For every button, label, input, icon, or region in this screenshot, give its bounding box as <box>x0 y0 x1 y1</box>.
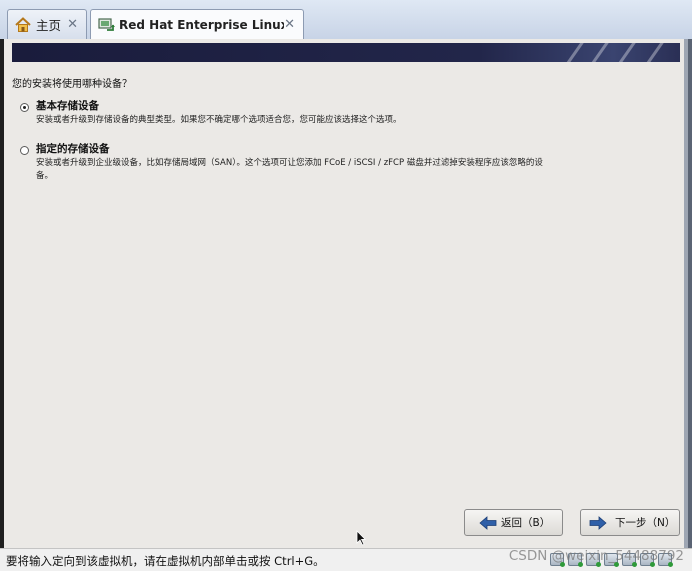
arrow-left-icon <box>479 515 497 530</box>
mouse-cursor-icon <box>356 530 366 546</box>
option-specialized-storage-title: 指定的存储设备 <box>36 143 110 155</box>
close-icon[interactable]: ✕ <box>67 17 78 32</box>
installer-question: 您的安装将使用哪种设备？ <box>12 79 132 90</box>
status-text: 要将输入定向到该虚拟机，请在虚拟机内部单击或按 Ctrl+G。 <box>6 554 325 568</box>
watermark: CSDN @weixin_54488792 <box>508 548 684 564</box>
home-icon <box>15 16 31 32</box>
tab-home[interactable]: 主页 ✕ <box>7 9 87 39</box>
installer-banner <box>12 43 680 62</box>
option-specialized-storage-desc: 安装或者升级到企业级设备，比如存储局域网（SAN）。这个选项可让您添加 FCoE… <box>36 158 543 181</box>
vm-screen[interactable]: 您的安装将使用哪种设备？ 基本存储设备 安装或者升级到存储设备的典型类型。如果您… <box>4 39 688 548</box>
option-specialized-storage[interactable]: 指定的存储设备 安装或者升级到企业级设备，比如存储局域网（SAN）。这个选项可让… <box>12 141 652 187</box>
status-bar: 要将输入定向到该虚拟机，请在虚拟机内部单击或按 Ctrl+G。 CSDN @we… <box>0 548 692 571</box>
option-basic-storage[interactable]: 基本存储设备 安装或者升级到存储设备的典型类型。如果您不确定哪个选项适合您，您可… <box>12 98 652 128</box>
option-basic-storage-desc: 安装或者升级到存储设备的典型类型。如果您不确定哪个选项适合您，您可能应该选择这个… <box>36 115 402 125</box>
next-button-label: 下一步（N） <box>615 517 676 529</box>
window-edge <box>688 39 692 548</box>
tab-home-label: 主页 <box>36 18 62 33</box>
arrow-right-icon <box>589 515 607 530</box>
tab-vm-label: Red Hat Enterprise Linux 6 6... <box>119 17 284 32</box>
back-button-label: 返回（B） <box>501 517 551 529</box>
tab-strip: 主页 ✕ Red Hat Enterprise Linux 6 6... ✕ <box>0 0 692 40</box>
vm-frame: 您的安装将使用哪种设备？ 基本存储设备 安装或者升级到存储设备的典型类型。如果您… <box>0 39 692 548</box>
radio-specialized-storage[interactable] <box>20 146 29 155</box>
option-basic-storage-title: 基本存储设备 <box>36 100 99 112</box>
tab-vm[interactable]: Red Hat Enterprise Linux 6 6... ✕ <box>90 9 304 39</box>
radio-basic-storage[interactable] <box>20 103 29 112</box>
next-button[interactable]: 下一步（N） <box>580 509 680 536</box>
close-icon[interactable]: ✕ <box>284 17 295 32</box>
back-button[interactable]: 返回（B） <box>464 509 563 536</box>
vm-icon <box>98 17 115 31</box>
